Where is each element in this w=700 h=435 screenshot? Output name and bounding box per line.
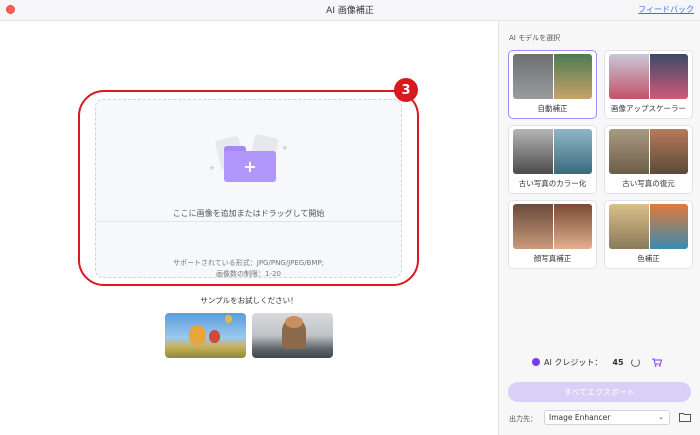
credit-value: 45 (612, 357, 624, 367)
model-card-upscaler[interactable]: 画像アップスケーラー (604, 50, 693, 119)
model-preview-image (609, 204, 688, 249)
output-label: 出力先： (509, 415, 537, 423)
output-value: Image Enhancer (549, 413, 611, 422)
export-all-button[interactable]: すべてエクスポート (508, 382, 691, 402)
sample-image-portrait[interactable] (252, 313, 333, 358)
model-preview-image (609, 54, 688, 99)
cart-icon[interactable] (651, 358, 662, 367)
credit-icon (532, 358, 540, 366)
main-area: ✦ ✦ + ここに画像を追加またはドラッグして開始 サポートされている形式：JP… (0, 21, 498, 435)
feedback-link[interactable]: フィードバック (638, 4, 694, 15)
model-label: 自動補正 (537, 104, 568, 113)
open-folder-icon[interactable] (679, 412, 691, 422)
ai-credit-row: AI クレジット： 45 (532, 355, 662, 369)
samples-label: サンプルをお試しください！ (200, 296, 298, 305)
model-card-face-enhance[interactable]: 顔写真補正 (508, 200, 597, 269)
model-preview-image (513, 54, 592, 99)
model-label: 画像アップスケーラー (611, 104, 686, 113)
chevron-down-icon: ⌄ (658, 413, 664, 421)
output-destination-select[interactable]: Image Enhancer ⌄ (544, 410, 670, 425)
sample-image-balloons[interactable] (165, 313, 246, 358)
refresh-icon[interactable] (630, 357, 640, 367)
credit-label: AI クレジット： (544, 357, 603, 367)
model-label: 顔写真補正 (533, 254, 572, 263)
model-preview-image (513, 204, 592, 249)
model-label: 古い写真のカラー化 (518, 179, 587, 188)
title-bar: AI 画像補正 フィードバック (0, 0, 700, 21)
window-title: AI 画像補正 (326, 6, 374, 16)
model-label: 古い写真の復元 (622, 179, 675, 188)
sidebar: AI モデルを選択 自動補正 画像アップスケーラー 古い写真のカラー化 古い写真… (498, 21, 700, 435)
step-badge: 3 (394, 78, 418, 102)
drop-zone-highlight (78, 90, 419, 286)
model-card-colorize[interactable]: 古い写真のカラー化 (508, 125, 597, 194)
model-card-color-correct[interactable]: 色補正 (604, 200, 693, 269)
model-preview-image (513, 129, 592, 174)
model-label: 色補正 (637, 254, 660, 263)
model-card-restore[interactable]: 古い写真の復元 (604, 125, 693, 194)
model-card-auto-enhance[interactable]: 自動補正 (508, 50, 597, 119)
model-section-label: AI モデルを選択 (509, 34, 561, 42)
model-preview-image (609, 129, 688, 174)
